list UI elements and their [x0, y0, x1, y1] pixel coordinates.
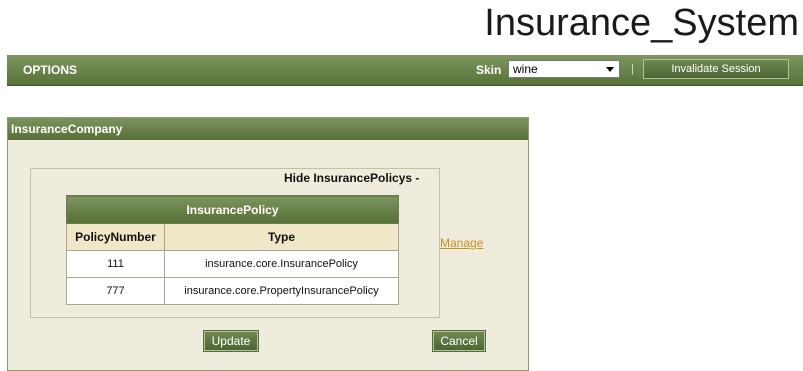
policy-number-cell: 111 — [66, 250, 165, 278]
invalidate-session-button[interactable]: Invalidate Session — [643, 59, 789, 79]
manage-link[interactable]: Manage — [440, 236, 483, 250]
hide-policies-link[interactable]: Hide InsurancePolicys - — [284, 171, 419, 185]
policy-type-cell: insurance.core.PropertyInsurancePolicy — [164, 277, 399, 305]
column-header-type: Type — [164, 223, 399, 251]
options-menu[interactable]: OPTIONS — [23, 63, 77, 77]
table-row[interactable]: 111 insurance.core.InsurancePolicy — [66, 250, 399, 278]
insurance-company-panel: InsuranceCompany Hide InsurancePolicys -… — [7, 117, 529, 371]
table-title: InsurancePolicy — [66, 195, 399, 224]
separator: | — [631, 63, 634, 75]
app-title: Insurance_System — [484, 2, 799, 44]
panel-title: InsuranceCompany — [8, 118, 528, 140]
skin-select[interactable]: wine — [508, 60, 620, 78]
column-header-policy-number: PolicyNumber — [66, 223, 165, 251]
skin-select-value: wine — [513, 62, 538, 76]
policy-number-cell: 777 — [66, 277, 165, 305]
update-button[interactable]: Update — [203, 330, 259, 352]
cancel-button[interactable]: Cancel — [432, 330, 486, 352]
policy-type-cell: insurance.core.InsurancePolicy — [164, 250, 399, 278]
chevron-down-icon — [606, 67, 614, 72]
table-row[interactable]: 777 insurance.core.PropertyInsurancePoli… — [66, 277, 399, 305]
skin-label: Skin — [476, 63, 502, 77]
top-nav-bar: OPTIONS Skin wine | Invalidate Session — [7, 55, 803, 86]
insurance-policy-table: InsurancePolicy PolicyNumber Type 111 in… — [66, 195, 399, 305]
